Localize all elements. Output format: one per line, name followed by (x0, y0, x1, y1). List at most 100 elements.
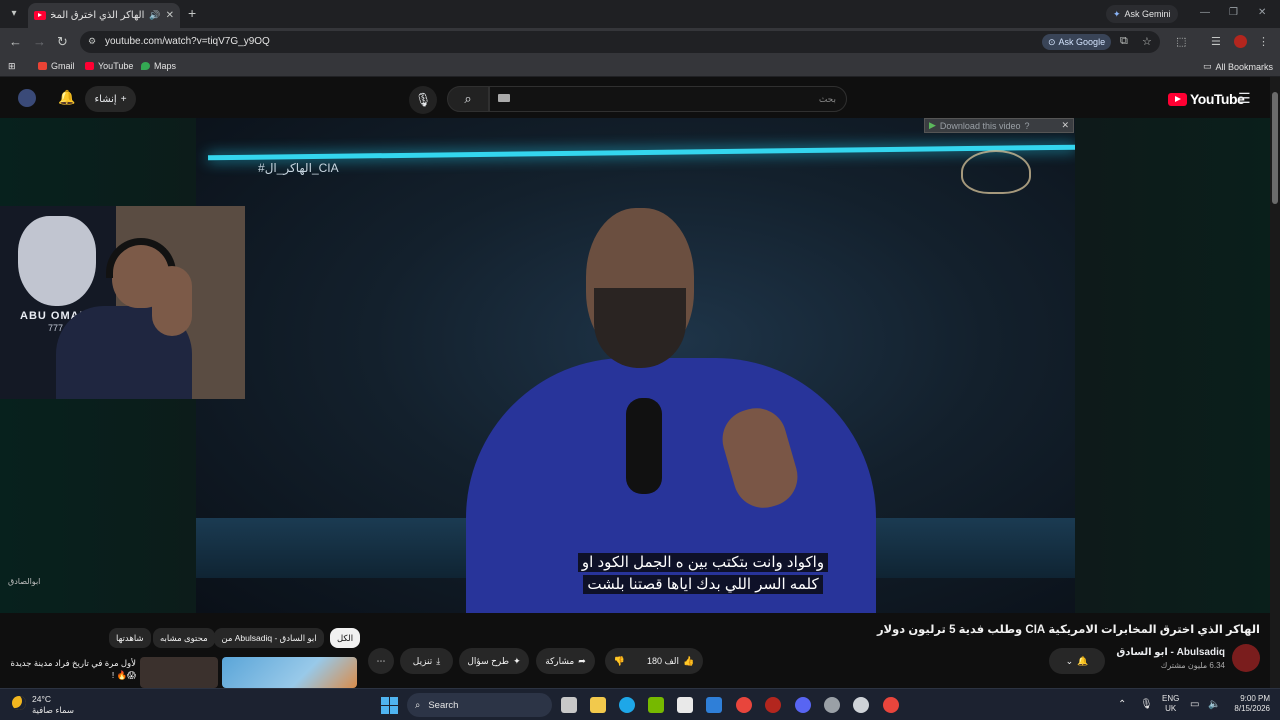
speaker-icon[interactable]: 🔊 (149, 10, 160, 21)
language-indicator[interactable]: ENG UK (1162, 694, 1179, 714)
create-button[interactable]: إنشاء + (85, 86, 136, 112)
download-bar-close-icon[interactable]: ✕ (1061, 120, 1069, 131)
gmail-icon (38, 62, 47, 70)
bookmark-star-icon[interactable]: ☆ (1142, 35, 1152, 48)
moon-icon (12, 696, 26, 710)
download-label: تنزيل (412, 655, 433, 666)
voice-search-icon[interactable]: 🎙 (409, 86, 437, 114)
bookmark-maps-label: Maps (154, 61, 177, 71)
bookmark-youtube[interactable]: YouTube (85, 61, 133, 71)
like-dislike-group: 👎 180 الف 👍 (605, 648, 703, 674)
recorder-icon[interactable] (765, 697, 781, 713)
weather-widget[interactable]: 24°C سماء صافية (12, 694, 74, 716)
more-actions-icon[interactable]: ⋯ (368, 648, 394, 674)
back-icon[interactable]: ← (9, 34, 22, 49)
lang-bottom: UK (1165, 704, 1177, 713)
discord-icon[interactable] (795, 697, 811, 713)
sparkle-icon: ✦ (513, 655, 521, 666)
play-icon: ▶ (929, 120, 936, 130)
plus-icon: + (120, 93, 127, 105)
chip-all[interactable]: الكل (330, 628, 361, 648)
mic-tray-icon[interactable]: 🎙 (1140, 699, 1153, 710)
page-scrollbar-thumb[interactable] (1272, 92, 1278, 204)
file-explorer-icon[interactable] (590, 697, 606, 713)
chip-watched[interactable]: شاهدتها (109, 628, 151, 648)
channel-name[interactable]: Abulsadiq - ابو السادق (1095, 647, 1225, 658)
window-close-icon[interactable]: ✕ (1258, 7, 1266, 18)
ask-google-button[interactable]: ⊙ Ask Google (1042, 34, 1112, 50)
bookmark-maps[interactable]: Maps (141, 61, 176, 71)
recommended-thumbnail-2[interactable] (140, 657, 218, 688)
reload-icon[interactable]: ↻ (57, 34, 68, 50)
store-icon[interactable] (677, 697, 693, 713)
edge-icon[interactable] (619, 697, 635, 713)
volume-icon[interactable]: 🔈 (1208, 699, 1220, 710)
extensions-icon[interactable]: ⬚ (1176, 35, 1186, 48)
taskbar-search[interactable]: ⌕ Search (407, 693, 552, 717)
account-avatar[interactable] (18, 89, 36, 107)
start-icon[interactable] (381, 697, 398, 714)
guide-menu-icon[interactable]: ☰ (1238, 90, 1251, 107)
bell-icon: 🔔 (1077, 655, 1089, 666)
youtube-logo[interactable]: YouTube (1168, 91, 1245, 107)
recommended-thumbnail[interactable] (222, 657, 357, 688)
minimize-icon[interactable]: — (1200, 7, 1210, 18)
chrome-icon[interactable] (736, 697, 752, 713)
profile-avatar-icon[interactable] (1234, 35, 1247, 48)
system-clock[interactable]: 9:00 PM 8/15/2026 (1226, 694, 1270, 714)
obs-icon[interactable] (824, 697, 840, 713)
youtube-page: 🔔 إنشاء + 🎙 ⌕ بحث YouTube ☰ #الهاكر_ال_C… (0, 77, 1280, 688)
lang-top: ENG (1162, 694, 1180, 703)
new-tab-icon[interactable]: + (188, 5, 196, 21)
download-button[interactable]: تنزيل ⤓ (400, 648, 453, 674)
install-icon[interactable]: ⧉ (1120, 35, 1128, 48)
youtube-favicon-icon (34, 11, 46, 20)
chip-related[interactable]: محتوى مشابه (153, 628, 215, 648)
chrome-menu-icon[interactable]: ⋮ (1258, 35, 1269, 48)
restore-icon[interactable]: ❐ (1229, 7, 1238, 18)
recommended-title[interactable]: لأول مرة في تاريخ فراد مدينة جديدة 😱🔥 ! (10, 657, 136, 681)
help-icon[interactable]: ? (1024, 121, 1029, 131)
all-bookmarks[interactable]: ▭ All Bookmarks (1203, 61, 1273, 72)
like-icon[interactable]: 👍 (683, 656, 694, 667)
like-count[interactable]: 180 الف (647, 656, 679, 667)
video-player[interactable]: #الهاكر_ال_CIA (196, 118, 1075, 613)
steam-icon[interactable] (853, 697, 869, 713)
ask-gemini-button[interactable]: ✦ Ask Gemini (1106, 5, 1178, 23)
chip-from-channel[interactable]: من Abulsadiq - ابو السادق (214, 628, 324, 648)
tab-search-icon[interactable]: ▾ (6, 6, 22, 22)
site-info-icon[interactable]: ⚙ (88, 36, 96, 47)
tray-chevron-icon[interactable]: ⌃ (1118, 699, 1126, 710)
all-bookmarks-label: All Bookmarks (1215, 61, 1274, 72)
task-view-icon[interactable] (561, 697, 577, 713)
ask-button[interactable]: طرح سؤال ✦ (459, 648, 529, 674)
microphone-icon (626, 398, 662, 494)
reading-list-icon[interactable]: ☰ (1211, 35, 1221, 48)
forward-icon[interactable]: → (33, 34, 46, 49)
keyboard-icon[interactable] (498, 94, 510, 102)
dislike-icon[interactable]: 👎 (614, 656, 625, 667)
share-button[interactable]: مشاركة ➦ (536, 648, 595, 674)
channel-avatar[interactable] (1232, 644, 1260, 672)
lens-icon: ⊙ (1048, 36, 1056, 47)
youtube-icon (85, 62, 94, 70)
apps-grid-icon[interactable]: ⊞ (8, 61, 16, 72)
search-icon[interactable]: ⌕ (447, 86, 489, 112)
subscription-bell-button[interactable]: ⌄ 🔔 (1049, 648, 1105, 674)
notifications-bell-icon[interactable]: 🔔 (58, 89, 75, 106)
channel-watermark-logo (961, 150, 1031, 194)
search-input[interactable]: بحث (489, 86, 847, 112)
address-bar[interactable]: ⚙ youtube.com/watch?v=tiqV7G_y9OQ ⊙ Ask … (80, 31, 1160, 53)
chrome-profile-icon[interactable] (883, 697, 899, 713)
neon-light (208, 144, 1075, 161)
nvidia-icon[interactable] (648, 697, 664, 713)
ask-gemini-label: Ask Gemini (1124, 9, 1171, 19)
tab-close-icon[interactable]: ✕ (166, 10, 174, 21)
bookmark-gmail[interactable]: Gmail (38, 61, 75, 71)
browser-tab-active[interactable]: الهاكر الذي اخترق المخابرات ال 🔊 ✕ (28, 3, 180, 28)
network-icon[interactable]: ▭ (1190, 699, 1199, 710)
download-video-bar[interactable]: ▶ Download this video ? ✕ (924, 118, 1074, 133)
address-url[interactable]: youtube.com/watch?v=tiqV7G_y9OQ (105, 36, 270, 47)
mail-icon[interactable] (706, 697, 722, 713)
share-label: مشاركة (545, 655, 575, 666)
